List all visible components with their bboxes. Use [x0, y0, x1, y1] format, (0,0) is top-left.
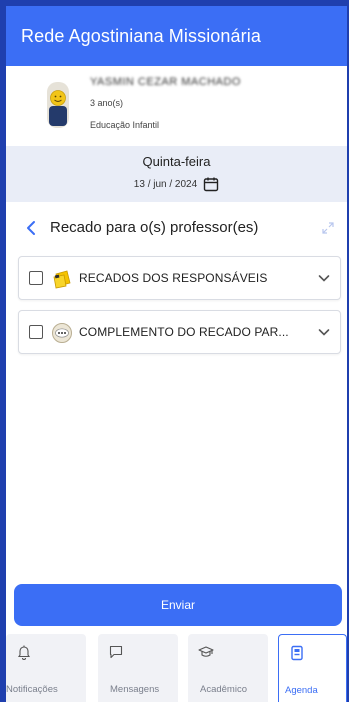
app-header: Rede Agostiniana Missionária — [6, 6, 347, 66]
note-icon — [53, 270, 71, 289]
student-class: Educação Infantil — [90, 120, 160, 130]
date-line: 13 / jun / 2024 — [6, 176, 347, 192]
message-icon — [109, 645, 123, 659]
date-selector[interactable]: Quinta-feira 13 / jun / 2024 — [6, 146, 347, 202]
tab-label: Agenda — [285, 685, 318, 696]
bottom-tab-bar: Notificações Mensagens Acadêmico Agenda — [6, 630, 347, 702]
chevron-down-icon[interactable] — [318, 273, 330, 283]
tab-messages[interactable]: Mensagens — [98, 634, 178, 702]
student-card: YASMIN CEZAR MACHADO 3 ano(s) Educação I… — [6, 66, 347, 146]
tab-label: Acadêmico — [200, 684, 247, 695]
send-button[interactable]: Enviar — [14, 584, 342, 626]
tab-agenda[interactable]: Agenda — [278, 634, 347, 702]
message-item[interactable]: RECADOS DOS RESPONSÁVEIS — [18, 256, 341, 300]
expand-icon[interactable] — [321, 221, 335, 235]
date-value: 13 / jun / 2024 — [133, 178, 198, 190]
avatar — [47, 82, 69, 128]
message-item[interactable]: COMPLEMENTO DO RECADO PAR... — [18, 310, 341, 354]
device-frame: Rede Agostiniana Missionária YASMIN CEZA… — [0, 0, 349, 702]
back-chevron-icon[interactable] — [24, 219, 38, 237]
section-header: Recado para o(s) professor(es) — [6, 210, 347, 246]
item-checkbox[interactable] — [29, 325, 43, 339]
app-title: Rede Agostiniana Missionária — [21, 25, 261, 46]
item-checkbox[interactable] — [29, 271, 43, 285]
student-name: YASMIN CEZAR MACHADO — [90, 76, 241, 88]
section-title: Recado para o(s) professor(es) — [50, 219, 259, 236]
tab-notifications[interactable]: Notificações — [6, 634, 86, 702]
tab-academic[interactable]: Acadêmico — [188, 634, 268, 702]
graduation-cap-icon — [198, 646, 214, 657]
calendar-icon[interactable] — [203, 176, 219, 192]
weekday-label: Quinta-feira — [142, 154, 211, 169]
chat-bubble-icon — [52, 323, 72, 343]
item-label: COMPLEMENTO DO RECADO PAR... — [79, 325, 289, 339]
bell-icon — [17, 645, 31, 660]
tab-label: Mensagens — [110, 684, 160, 695]
student-year: 3 ano(s) — [90, 98, 124, 108]
tab-label: Notificações — [6, 684, 58, 695]
agenda-icon — [291, 645, 303, 661]
chevron-down-icon[interactable] — [318, 327, 330, 337]
app-screen: Rede Agostiniana Missionária YASMIN CEZA… — [6, 6, 347, 702]
item-label: RECADOS DOS RESPONSÁVEIS — [79, 271, 268, 285]
